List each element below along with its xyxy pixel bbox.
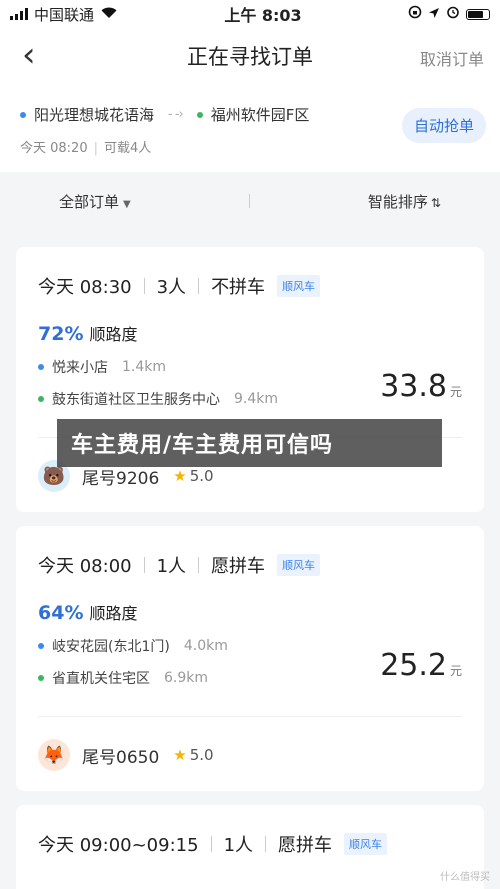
pickup-dot-icon [38,643,44,649]
match-label: 顺路度 [89,604,138,623]
page-title: 正在寻找订单 [187,45,313,69]
order-passengers: 1人 [156,556,187,577]
location-icon [428,5,440,23]
match-percent: 72% [38,323,84,345]
pickup-location: 悦来小店 [52,360,108,376]
carrier-name: 中国联通 [34,5,95,24]
avatar: 🦊 [38,739,70,771]
caption-overlay: 车主费用/车主费用可信吗 [57,419,442,467]
pickup-location: 岐安花园(东北1门) [52,639,170,655]
dropoff-location: 省直机关住宅区 [52,671,150,687]
match-label: 顺路度 [89,325,138,344]
order-type-tag: 顺风车 [344,833,388,855]
route-time: 今天 08:20 [20,141,88,156]
rating-value: 5.0 [189,746,214,764]
pickup-dot-icon [38,364,44,370]
price-unit: 元 [449,385,462,399]
order-passengers: 3人 [156,277,187,298]
nav-bar: ‹ 正在寻找订单 取消订单 [0,28,500,84]
smart-sort-label: 智能排序 [367,192,428,211]
dropoff-distance: 6.9km [164,670,209,686]
battery-icon [465,8,490,20]
status-time: 上午 8:03 [224,6,302,25]
route-origin: 阳光理想城花语海 [34,106,155,124]
order-card[interactable]: 今天 08:30 3人 不拼车 顺风车 72% 顺路度 悦来小店 1.4km 鼓… [16,247,484,512]
dropoff-dot-icon [38,396,44,402]
price-unit: 元 [449,664,462,678]
pickup-distance: 4.0km [183,638,228,654]
card-divider [38,716,462,717]
order-type-tag: 顺风车 [277,275,321,297]
order-card[interactable]: 今天 08:00 1人 愿拼车 顺风车 64% 顺路度 岐安花园(东北1门) 4… [16,526,484,791]
price-value: 33.8 [380,369,447,404]
signal-icon [10,8,28,20]
pickup-distance: 1.4km [122,359,167,375]
order-type-tag: 顺风车 [277,554,321,576]
status-bar: 中国联通 上午 8:03 [0,0,500,28]
star-icon: ★ [173,467,187,485]
dropoff-dot-icon [38,675,44,681]
back-icon[interactable]: ‹ [22,38,36,72]
alarm-icon [446,5,460,23]
filter-divider [248,194,250,208]
order-time: 今天 08:00 [38,556,132,577]
route-arrow-icon: - -› [168,107,184,122]
wifi-icon [100,5,118,23]
all-orders-filter[interactable]: 全部订单 ▼ [59,191,131,212]
auto-grab-button[interactable]: 自动抢单 [401,108,486,143]
price-value: 25.2 [380,648,447,683]
route-destination: 福州软件园F区 [210,106,310,124]
route-capacity: 可载4人 [104,141,152,156]
sort-icon: ⇅ [430,195,441,210]
cancel-order-button[interactable]: 取消订单 [420,46,484,70]
caret-down-icon: ▼ [123,198,131,210]
order-passengers: 1人 [223,835,254,856]
smart-sort-filter[interactable]: 智能排序 ⇅ [368,191,441,212]
order-carpool: 不拼车 [211,277,266,298]
order-price: 33.8 元 [380,369,462,404]
driver-info: 🦊 尾号0650 ★ 5.0 [38,739,214,771]
destination-dot-icon [196,111,203,118]
filter-bar: 全部订单 ▼ 智能排序 ⇅ [0,172,500,230]
order-time: 今天 09:00~09:15 [38,835,199,856]
origin-dot-icon [20,111,26,118]
order-carpool: 愿拼车 [211,556,266,577]
order-time: 今天 08:30 [38,277,132,298]
lock-rotation-icon [408,5,422,23]
plate-number: 尾号9206 [82,468,160,489]
dropoff-distance: 9.4km [234,391,279,407]
order-card[interactable]: 今天 09:00~09:15 1人 愿拼车 顺风车 [16,805,484,889]
watermark: 什么值得买 [440,872,490,883]
star-icon: ★ [173,746,187,764]
order-price: 25.2 元 [380,648,462,683]
rating-value: 5.0 [189,467,214,485]
order-carpool: 愿拼车 [278,835,333,856]
all-orders-label: 全部订单 [59,192,120,211]
route-panel: 阳光理想城花语海 - -› 福州软件园F区 今天 08:20 | 可载4人 自动抢单 [0,84,500,172]
plate-number: 尾号0650 [82,747,160,768]
dropoff-location: 鼓东街道社区卫生服务中心 [52,392,220,408]
match-percent: 64% [38,602,84,624]
